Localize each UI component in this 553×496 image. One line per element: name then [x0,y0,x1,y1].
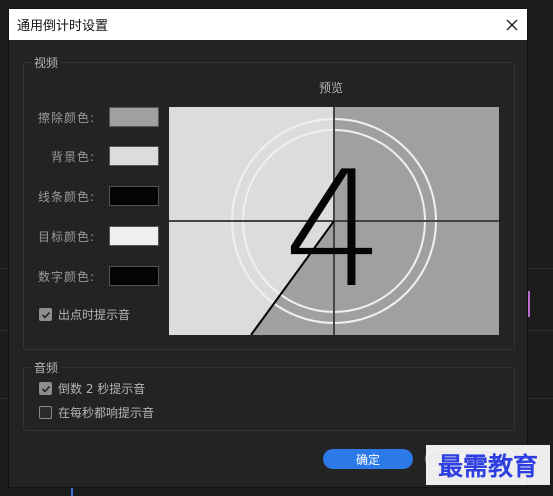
ok-button[interactable]: 确定 [323,449,413,469]
video-group-label: 视频 [31,54,62,71]
watermark-logo: 最需教育 [426,445,550,485]
background-color-row: 背景色: [23,146,159,166]
digit-color-label: 数字颜色: [37,269,95,284]
countdown-2sec-beep-row[interactable]: 倒数 2 秒提示音 [39,380,145,397]
cue-on-out-point-checkbox[interactable] [39,308,52,321]
wipe-color-swatch[interactable] [109,107,159,127]
background-color-swatch[interactable] [109,146,159,166]
countdown-settings-dialog: 通用倒计时设置 视频 预览 擦除颜色: 背景色: 线条颜色: 目标颜色: 数字颜… [8,8,528,488]
checkmark-icon [41,385,50,393]
checkmark-icon [41,311,50,319]
digit-color-row: 数字颜色: [23,266,159,286]
countdown-2sec-beep-label: 倒数 2 秒提示音 [58,382,146,396]
cue-on-out-point-label: 出点时提示音 [58,308,131,322]
wipe-color-label: 擦除颜色: [37,110,95,125]
countdown-preview: 4 [169,107,499,335]
preview-digit: 4 [283,136,385,323]
target-color-label: 目标颜色: [37,229,95,244]
close-icon [506,19,518,30]
preview-label: 预览 [319,81,344,95]
line-color-label: 线条颜色: [37,189,95,204]
dialog-title: 通用倒计时设置 [17,19,109,34]
beep-every-second-checkbox[interactable] [39,406,52,419]
cue-on-out-point-checkbox-row[interactable]: 出点时提示音 [39,306,130,323]
background-marker [528,291,530,317]
close-button[interactable] [497,10,527,40]
target-color-row: 目标颜色: [23,226,159,246]
audio-group [23,367,515,431]
line-color-swatch[interactable] [109,186,159,206]
background-color-label: 背景色: [50,149,95,164]
digit-color-swatch[interactable] [109,266,159,286]
wipe-color-row: 擦除颜色: [23,107,159,127]
beep-every-second-row[interactable]: 在每秒都响提示音 [39,404,154,421]
beep-every-second-label: 在每秒都响提示音 [58,406,155,420]
countdown-2sec-beep-checkbox[interactable] [39,382,52,395]
line-color-row: 线条颜色: [23,186,159,206]
audio-group-label: 音频 [31,359,62,376]
target-color-swatch[interactable] [109,226,159,246]
title-bar: 通用倒计时设置 [9,9,527,40]
